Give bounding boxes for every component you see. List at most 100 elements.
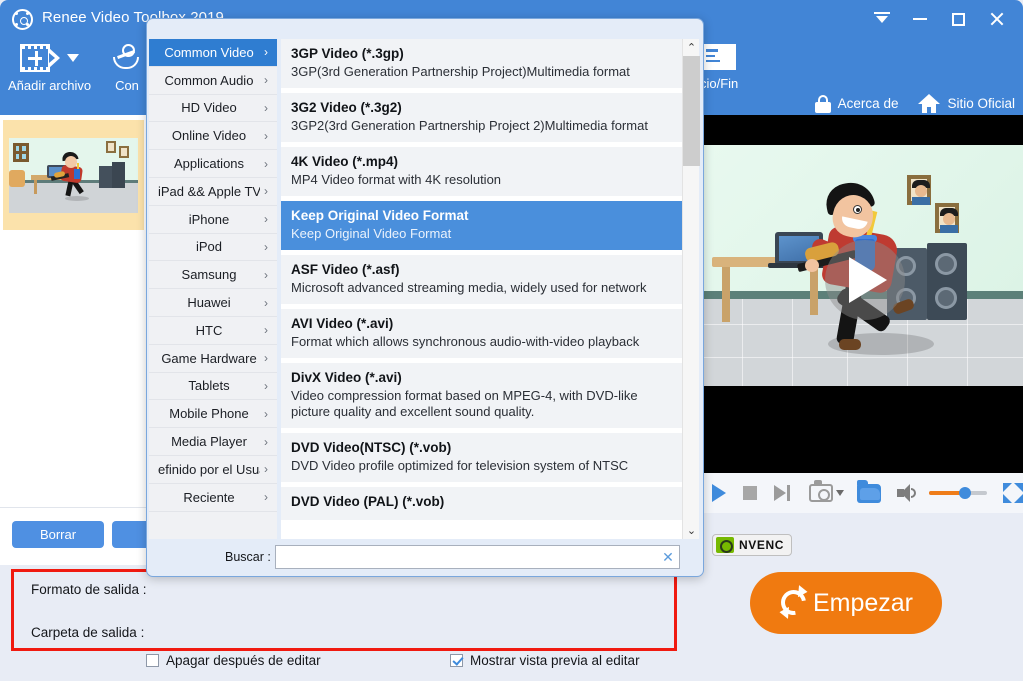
- chevron-right-icon: ›: [264, 45, 268, 60]
- format-category-item[interactable]: Media Player ›: [149, 428, 277, 456]
- format-category-item[interactable]: Reciente ›: [149, 484, 277, 512]
- format-option[interactable]: DivX Video (*.avi) Video compression form…: [281, 363, 685, 428]
- toolbar-item-label: Con: [115, 78, 139, 93]
- format-category-item[interactable]: HTC ›: [149, 317, 277, 345]
- volume-icon: [897, 484, 919, 502]
- chevron-down-icon[interactable]: [836, 490, 844, 496]
- format-category-item[interactable]: Common Video ›: [149, 39, 277, 67]
- format-option-desc: DVD Video profile optimized for televisi…: [291, 458, 629, 473]
- clear-search-icon[interactable]: ✕: [657, 549, 679, 566]
- about-link[interactable]: Acerca de: [814, 94, 898, 113]
- format-option[interactable]: 3GP Video (*.3gp) 3GP(3rd Generation Part…: [281, 39, 685, 88]
- format-option-desc: 3GP(3rd Generation Partnership Project)M…: [291, 64, 630, 79]
- format-category-label: HD Video: [181, 100, 237, 116]
- output-folder-row: Carpeta de salida :: [31, 625, 144, 640]
- preview-scene: [702, 145, 1023, 386]
- format-category-item[interactable]: Tablets ›: [149, 373, 277, 401]
- app-logo-icon: [12, 9, 33, 30]
- format-category-item[interactable]: iPod ›: [149, 234, 277, 262]
- file-list-item[interactable]: [3, 120, 144, 230]
- search-field[interactable]: ✕: [275, 545, 680, 569]
- shutdown-checkbox[interactable]: [146, 654, 159, 667]
- toolbar-item-start-end[interactable]: cio/Fin: [700, 44, 738, 91]
- refresh-icon: [776, 585, 811, 620]
- format-option-desc: Keep Original Video Format: [291, 226, 452, 241]
- scroll-down-button[interactable]: ⌄: [683, 522, 700, 539]
- chevron-down-icon[interactable]: [67, 54, 80, 62]
- format-option[interactable]: Keep Original Video Format Keep Original …: [281, 201, 685, 250]
- format-option-desc: MP4 Video format with 4K resolution: [291, 172, 502, 187]
- format-option[interactable]: DVD Video (PAL) (*.vob): [281, 487, 685, 520]
- stop-button[interactable]: [743, 486, 757, 500]
- format-option[interactable]: 3G2 Video (*.3g2) 3GP2(3rd Generation Par…: [281, 93, 685, 142]
- next-frame-button[interactable]: [774, 485, 791, 501]
- format-category-item[interactable]: Huawei ›: [149, 289, 277, 317]
- chevron-right-icon: ›: [264, 156, 268, 171]
- format-category-item[interactable]: iPhone ›: [149, 206, 277, 234]
- format-category-item[interactable]: efinido por el Usuario ›: [149, 456, 277, 484]
- snapshot-button[interactable]: [809, 480, 844, 502]
- format-category-label: Common Video: [164, 44, 254, 60]
- close-button[interactable]: [977, 4, 1015, 34]
- official-site-link[interactable]: Sitio Oficial: [918, 94, 1015, 113]
- collapse-button[interactable]: [863, 4, 901, 34]
- nvenc-label: NVENC: [739, 538, 785, 552]
- chevron-right-icon: ›: [264, 267, 268, 282]
- volume-button[interactable]: [897, 484, 919, 502]
- volume-slider[interactable]: [929, 487, 987, 499]
- format-option-desc: Microsoft advanced streaming media, wide…: [291, 280, 647, 295]
- toolbar-item-add-file[interactable]: Añadir archivo: [8, 44, 91, 93]
- shutdown-checkbox-row[interactable]: Apagar después de editar: [146, 653, 321, 668]
- window-controls: [863, 0, 1015, 38]
- format-category-label: iPod: [195, 239, 223, 255]
- format-dropdown-menu: Common Video › Common Audio › HD Video › Onlin…: [146, 18, 704, 577]
- close-icon: [989, 12, 1004, 27]
- format-category-item[interactable]: Samsung ›: [149, 261, 277, 290]
- maximize-button[interactable]: [939, 4, 977, 34]
- preview-checkbox-label: Mostrar vista previa al editar: [470, 653, 640, 668]
- scrollbar-thumb[interactable]: [683, 56, 700, 166]
- format-list-scrollbar[interactable]: ⌃ ⌄: [682, 39, 700, 539]
- format-category-item[interactable]: Online Video ›: [149, 122, 277, 151]
- format-option[interactable]: AVI Video (*.avi) Format which allows syn…: [281, 309, 685, 358]
- scroll-up-button[interactable]: ⌃: [683, 39, 700, 56]
- format-category-item[interactable]: HD Video ›: [149, 95, 277, 123]
- toolbar-item-label: Añadir archivo: [8, 78, 92, 93]
- format-category-item[interactable]: Applications ›: [149, 150, 277, 178]
- collapse-icon: [874, 12, 890, 26]
- chevron-right-icon: ›: [264, 351, 268, 366]
- add-film-icon: [20, 44, 61, 72]
- stop-icon: [743, 486, 757, 500]
- format-category-item[interactable]: Common Audio ›: [149, 67, 277, 95]
- minimize-button[interactable]: [901, 4, 939, 34]
- next-frame-icon: [774, 485, 791, 501]
- format-category-label: HTC: [195, 322, 223, 338]
- play-button[interactable]: [712, 484, 726, 502]
- volume-knob[interactable]: [958, 487, 971, 499]
- preview-checkbox-row[interactable]: Mostrar vista previa al editar: [450, 653, 640, 668]
- format-option-desc: 3GP2(3rd Generation Partnership Project …: [291, 118, 648, 133]
- format-category-item[interactable]: iPad && Apple TV ›: [149, 178, 277, 206]
- format-option-title: 3G2 Video (*.3g2): [291, 100, 402, 115]
- format-category-label: Huawei: [187, 295, 231, 311]
- open-folder-button[interactable]: [857, 479, 881, 503]
- format-option-title: Keep Original Video Format: [291, 208, 469, 223]
- format-option[interactable]: 4K Video (*.mp4) MP4 Video format with 4K…: [281, 147, 685, 196]
- clear-button[interactable]: Borrar: [12, 521, 104, 548]
- format-option[interactable]: ASF Video (*.asf) Microsoft advanced stre…: [281, 255, 685, 304]
- format-option-desc: Format which allows synchronous audio-wi…: [291, 334, 640, 349]
- preview-checkbox[interactable]: [450, 654, 463, 667]
- search-input[interactable]: [276, 546, 657, 568]
- format-category-label: Reciente: [183, 489, 235, 505]
- fullscreen-button[interactable]: [1003, 483, 1023, 503]
- video-preview[interactable]: [702, 115, 1023, 473]
- start-button[interactable]: Empezar: [750, 572, 942, 634]
- format-option-title: 3GP Video (*.3gp): [291, 46, 404, 61]
- output-folder-label: Carpeta de salida :: [31, 625, 145, 640]
- toolbar-item-convert[interactable]: Con: [112, 44, 142, 93]
- format-option[interactable]: DVD Video(NTSC) (*.vob) DVD Video profile…: [281, 433, 685, 482]
- format-category-item[interactable]: Game Hardware ›: [149, 345, 277, 373]
- folder-icon: [857, 479, 881, 503]
- format-category-item[interactable]: Mobile Phone ›: [149, 400, 277, 429]
- file-list-panel: Borrar El: [0, 115, 204, 565]
